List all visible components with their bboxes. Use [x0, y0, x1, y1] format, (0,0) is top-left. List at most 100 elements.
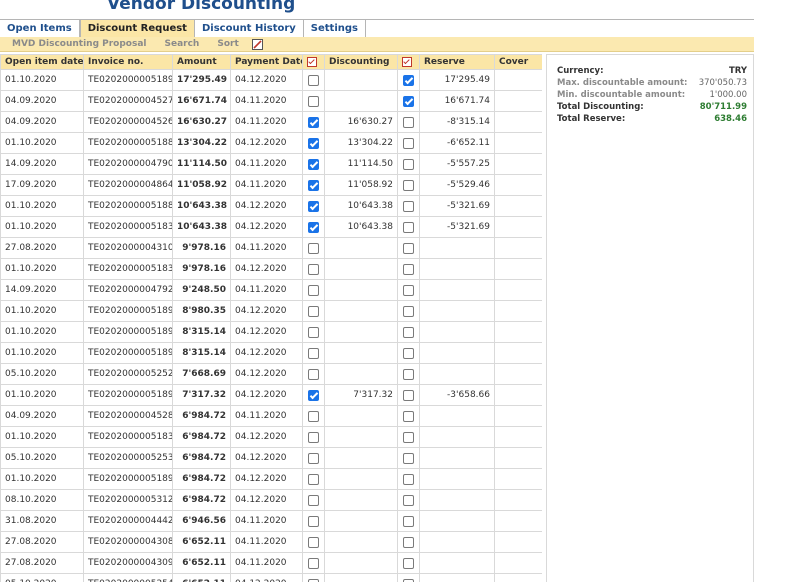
select-all-discount-icon[interactable]	[307, 56, 317, 67]
reserve-checkbox[interactable]	[403, 536, 414, 548]
select-all-reserve-icon[interactable]	[402, 56, 412, 67]
table-row[interactable]: 01.10.2020 TE02020000051892 8'315.14 04.12.…	[0, 342, 542, 364]
table-row[interactable]: 04.09.2020 TE02020000045280 6'984.72 04.11.…	[0, 405, 542, 427]
discount-checkbox[interactable]	[308, 389, 319, 401]
discount-checkbox[interactable]	[308, 452, 319, 464]
table-row[interactable]: 01.10.2020 TE02020000051832 10'643.38 04.12…	[0, 216, 542, 238]
col-cover[interactable]: Cover	[494, 54, 542, 70]
table-row[interactable]: 01.10.2020 TE02020000051888 10'643.38 04.12…	[0, 195, 542, 217]
col-invoice-no[interactable]: Invoice no.	[83, 54, 173, 70]
discount-checkbox[interactable]	[308, 305, 319, 317]
table-row[interactable]: 27.08.2020 TE02020000043090 6'652.11 04.11.…	[0, 552, 542, 574]
discount-checkbox[interactable]	[308, 515, 319, 527]
col-payment-date[interactable]: Payment Date	[230, 54, 303, 70]
discount-checkbox[interactable]	[308, 137, 319, 149]
table-row[interactable]: 14.09.2020 TE02020000047929 9'248.50 04.11.…	[0, 279, 542, 301]
tab-discount-history[interactable]: Discount History	[195, 20, 304, 38]
discount-checkbox[interactable]	[308, 473, 319, 485]
discount-checkbox[interactable]	[308, 431, 319, 443]
table-row[interactable]: 01.10.2020 TE02020000051887 13'304.22 04.12…	[0, 132, 542, 154]
reserve-checkbox[interactable]	[403, 263, 414, 275]
reserve-checkbox[interactable]	[403, 221, 414, 233]
reserve-checkbox[interactable]	[403, 137, 414, 149]
discount-checkbox[interactable]	[308, 158, 319, 170]
cell-reserve-checkbox	[397, 510, 420, 532]
discount-checkbox[interactable]	[308, 74, 319, 86]
table-row[interactable]: 27.08.2020 TE02020000043109 9'978.16 04.11.…	[0, 237, 542, 259]
reserve-checkbox[interactable]	[403, 452, 414, 464]
mvd-discounting-proposal-button[interactable]: MVD Discounting Proposal	[0, 39, 154, 49]
reserve-checkbox[interactable]	[403, 410, 414, 422]
discount-checkbox[interactable]	[308, 284, 319, 296]
table-row[interactable]: 01.10.2020 TE02020000051898 7'317.32 04.12.…	[0, 384, 542, 406]
reserve-checkbox[interactable]	[403, 389, 414, 401]
reserve-checkbox[interactable]	[403, 515, 414, 527]
col-reserve[interactable]: Reserve	[419, 54, 495, 70]
table-row[interactable]: 05.10.2020TE020200000525436'652.1104.12.…	[0, 573, 542, 582]
reserve-checkbox[interactable]	[403, 95, 414, 107]
sort-button[interactable]: Sort	[206, 39, 245, 49]
discount-checkbox[interactable]	[308, 242, 319, 254]
reserve-checkbox[interactable]	[403, 473, 414, 485]
cell-payment-date: 04.11.2020	[230, 237, 303, 259]
reserve-checkbox[interactable]	[403, 578, 414, 582]
table-row[interactable]: 05.10.2020 TE02020000052526 7'668.69 04.12.…	[0, 363, 542, 385]
table-row[interactable]: 05.10.2020 TE02020000052533 6'984.72 04.12.…	[0, 447, 542, 469]
reserve-checkbox[interactable]	[403, 158, 414, 170]
reserve-checkbox[interactable]	[403, 305, 414, 317]
discount-checkbox[interactable]	[308, 179, 319, 191]
col-discount-select-all[interactable]	[302, 54, 325, 70]
reserve-checkbox[interactable]	[403, 431, 414, 443]
reserve-checkbox[interactable]	[403, 368, 414, 380]
reserve-checkbox[interactable]	[403, 326, 414, 338]
discount-checkbox[interactable]	[308, 95, 319, 107]
table-row[interactable]: 04.09.2020 TE02020000045270 16'671.74 04.11…	[0, 90, 542, 112]
table-row[interactable]: 27.08.2020 TE02020000043086 6'652.11 04.11.…	[0, 531, 542, 553]
cell-payment-date: 04.12.2020	[230, 447, 303, 469]
reserve-checkbox[interactable]	[403, 242, 414, 254]
discount-checkbox[interactable]	[308, 536, 319, 548]
tab-settings[interactable]: Settings	[304, 20, 366, 38]
discount-checkbox[interactable]	[308, 494, 319, 506]
col-open-item-date[interactable]: Open item date	[0, 54, 84, 70]
discount-checkbox[interactable]	[308, 578, 319, 582]
discount-checkbox[interactable]	[308, 116, 319, 128]
reserve-checkbox[interactable]	[403, 494, 414, 506]
table-row[interactable]: 01.10.2020 TE02020000051893 17'295.49 04.12…	[0, 69, 542, 91]
discount-checkbox[interactable]	[308, 326, 319, 338]
reserve-checkbox[interactable]	[403, 284, 414, 296]
cell-payment-date: 04.11.2020	[230, 174, 303, 196]
col-reserve-select-all[interactable]	[397, 54, 420, 70]
search-button[interactable]: Search	[154, 39, 207, 49]
table-row[interactable]: 04.09.2020 TE02020000045267 16'630.27 04.11…	[0, 111, 542, 133]
tab-open-items[interactable]: Open Items	[0, 20, 80, 38]
table-row[interactable]: 01.10.2020 TE02020000051896 8'315.14 04.12.…	[0, 321, 542, 343]
edit-pencil-icon[interactable]	[251, 38, 263, 50]
tab-discount-request[interactable]: Discount Request	[79, 20, 195, 38]
table-row[interactable]: 01.10.2020 TE02020000051894 8'980.35 04.12.…	[0, 300, 542, 322]
table-row[interactable]: 01.10.2020 TE02020000051891 6'984.72 04.12.…	[0, 468, 542, 490]
col-discounting[interactable]: Discounting	[324, 54, 398, 70]
reserve-checkbox[interactable]	[403, 557, 414, 569]
table-row[interactable]: 08.10.2020 TE02020000053126 6'984.72 04.12.…	[0, 489, 542, 511]
table-row[interactable]: 31.08.2020 TE02020000044427 6'946.56 04.11.…	[0, 510, 542, 532]
discount-checkbox[interactable]	[308, 557, 319, 569]
reserve-checkbox[interactable]	[403, 200, 414, 212]
discount-checkbox[interactable]	[308, 263, 319, 275]
reserve-checkbox[interactable]	[403, 116, 414, 128]
discount-checkbox[interactable]	[308, 221, 319, 233]
reserve-checkbox[interactable]	[403, 179, 414, 191]
col-amount[interactable]: Amount	[172, 54, 231, 70]
table-row[interactable]: 01.10.2020 TE02020000051835 6'984.72 04.12.…	[0, 426, 542, 448]
reserve-checkbox[interactable]	[403, 347, 414, 359]
reserve-checkbox[interactable]	[403, 74, 414, 86]
discount-checkbox[interactable]	[308, 347, 319, 359]
discount-checkbox[interactable]	[308, 368, 319, 380]
table-row[interactable]: 17.09.2020 TE02020000048643 11'058.92 04.11…	[0, 174, 542, 196]
discount-checkbox[interactable]	[308, 200, 319, 212]
discount-checkbox[interactable]	[308, 410, 319, 422]
cell-open-item-date: 17.09.2020	[0, 174, 84, 196]
cell-reserve	[419, 405, 495, 427]
table-row[interactable]: 14.09.2020 TE02020000047905 11'114.50 04.11…	[0, 153, 542, 175]
table-row[interactable]: 01.10.2020 TE02020000051837 9'978.16 04.12.…	[0, 258, 542, 280]
